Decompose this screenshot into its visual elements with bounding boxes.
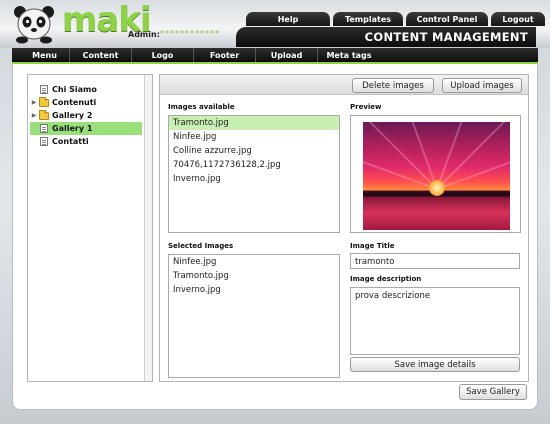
image-description-label: Image description [350,275,422,283]
menu-item-footer[interactable]: Footer [194,48,256,62]
page-title-bar: CONTENT MANAGEMENT [236,27,536,47]
sunset-image [363,122,510,230]
menu-item-content[interactable]: Content [70,48,132,62]
delete-images-button[interactable]: Delete images [352,78,434,93]
image-preview [350,115,521,233]
list-item[interactable]: Tramonto.jpg [169,269,339,283]
menu-item-upload[interactable]: Upload [256,48,318,62]
menu-item-menu[interactable]: Menu [20,48,70,62]
tab-control-panel[interactable]: Control Panel [406,12,488,26]
expand-arrow-icon[interactable]: ▶ [30,99,38,106]
list-item[interactable]: Colline azzurre.jpg [169,144,339,158]
gallery-editor: Delete images Upload images Images avail… [159,74,529,382]
list-item[interactable]: 70476,1172736128,2.jpg [169,158,339,172]
tab-help[interactable]: Help [246,12,330,26]
upload-images-button[interactable]: Upload images [442,78,522,93]
save-gallery-button[interactable]: Save Gallery [459,384,527,400]
save-image-details-button[interactable]: Save image details [350,357,520,372]
tree-item-label: Gallery 2 [52,111,93,120]
tab-templates[interactable]: Templates [333,12,403,26]
list-item[interactable]: Tramonto.jpg [169,116,339,130]
list-item[interactable]: Ninfee.jpg [169,255,339,269]
tree-item-gallery-2[interactable]: ▶ Gallery 2 [30,109,142,122]
document-icon [40,85,48,94]
tree-scrollbar[interactable] [144,75,152,381]
image-description-textarea[interactable]: prova descrizione [350,287,520,355]
menu-item-logo[interactable]: Logo [132,48,194,62]
main-menu: Menu Content Logo Footer Upload Meta tag… [12,48,538,62]
preview-label: Preview [350,103,382,111]
expand-arrow-icon[interactable]: ▶ [30,112,38,119]
folder-icon [39,96,49,107]
selected-images-label: Selected Images [168,242,234,250]
document-icon [40,137,48,146]
image-title-input[interactable]: tramonto [350,253,520,269]
tab-logout[interactable]: Logout [491,12,545,26]
list-item[interactable]: Inverno.jpg [169,283,339,297]
tree-item-gallery-1[interactable]: Gallery 1 [30,122,142,135]
admin-label: Admin: [128,30,160,39]
list-item[interactable]: Inverno.jpg [169,172,339,186]
images-available-label: Images available [168,103,235,111]
menu-item-meta-tags[interactable]: Meta tags [318,48,380,62]
tree-item-label: Gallery 1 [52,124,93,133]
list-item[interactable]: Ninfee.jpg [169,130,339,144]
gallery-toolbar: Delete images Upload images [160,75,528,95]
tree-item-label: Chi Siamo [52,85,97,94]
content-card: Chi Siamo ▶ Contenuti ▶ Gallery 2 Galler… [12,64,538,410]
selected-images-list[interactable]: Ninfee.jpg Tramonto.jpg Inverno.jpg [168,254,340,378]
tree-item-contatti[interactable]: Contatti [30,135,142,148]
tree-item-label: Contenuti [52,98,97,107]
tree-item-label: Contatti [52,137,89,146]
page-tree: Chi Siamo ▶ Contenuti ▶ Gallery 2 Galler… [27,74,153,382]
document-icon [40,124,48,133]
maki-logo: maki [10,0,152,44]
folder-icon [39,109,49,120]
panda-mascot-icon [14,6,54,44]
admin-name-masked: ************ [160,29,220,38]
image-title-label: Image Title [350,242,395,250]
app-header: maki Admin: ************ Help Templates … [0,0,550,48]
tree-item-contenuti[interactable]: ▶ Contenuti [30,96,142,109]
tree-item-chi-siamo[interactable]: Chi Siamo [30,83,142,96]
page-title: CONTENT MANAGEMENT [364,30,528,44]
images-available-list[interactable]: Tramonto.jpg Ninfee.jpg Colline azzurre.… [168,115,340,233]
top-navigation: Help Templates Control Panel Logout [246,12,545,26]
